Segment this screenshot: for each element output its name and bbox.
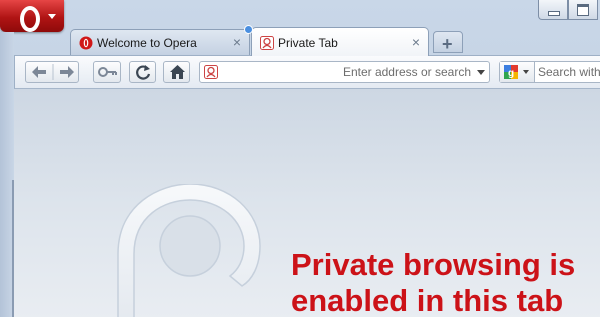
forward-arrow-icon[interactable]: [60, 66, 74, 78]
home-icon: [170, 65, 185, 79]
tab-label: Welcome to Opera: [97, 36, 197, 50]
reload-button[interactable]: [129, 61, 156, 83]
close-tab-icon[interactable]: ×: [412, 34, 420, 50]
window-controls: [538, 0, 600, 22]
private-tab-page: Private browsing is enabled in this tab: [14, 89, 600, 317]
tab-indicator-dot: [244, 25, 253, 34]
plus-icon: +: [442, 34, 453, 54]
search-input[interactable]: Search with Google: [538, 65, 600, 79]
opera-logo-icon: [20, 6, 40, 32]
reload-icon: [136, 65, 151, 80]
opera-logo-icon: [79, 36, 93, 50]
private-browsing-message: Private browsing is enabled in this tab: [291, 247, 575, 317]
window-frame-left: [0, 32, 14, 317]
chevron-down-icon: [48, 14, 56, 19]
private-mask-icon: [204, 65, 218, 79]
key-button[interactable]: [93, 61, 121, 83]
new-tab-button[interactable]: +: [433, 31, 463, 54]
maximize-button[interactable]: [568, 0, 598, 20]
minimize-button[interactable]: [538, 0, 568, 20]
back-arrow-icon[interactable]: [32, 66, 46, 78]
message-line-2: enabled in this tab: [291, 283, 564, 317]
svg-text:g: g: [508, 68, 514, 79]
tab-welcome-to-opera[interactable]: Welcome to Opera ×: [70, 29, 250, 55]
browser-window: Welcome to Opera × Private Tab × + Enter…: [0, 0, 600, 317]
address-bar[interactable]: Enter address or search: [199, 61, 490, 83]
search-engine-selector[interactable]: g: [500, 62, 535, 82]
history-dropdown-icon[interactable]: [477, 70, 485, 75]
private-mask-icon: [260, 36, 274, 50]
tab-label: Private Tab: [278, 36, 338, 50]
message-line-1: Private browsing is: [291, 247, 576, 282]
tab-private-tab[interactable]: Private Tab ×: [244, 25, 429, 56]
key-icon: [98, 67, 117, 77]
maximize-icon: [577, 4, 589, 16]
chevron-down-icon: [523, 70, 529, 74]
minimize-icon: [548, 11, 560, 16]
opera-menu-button[interactable]: [0, 0, 64, 32]
address-input[interactable]: Enter address or search: [222, 65, 471, 79]
search-bar[interactable]: g Search with Google: [499, 61, 600, 83]
home-button[interactable]: [163, 61, 190, 83]
close-tab-icon[interactable]: ×: [233, 34, 241, 50]
navigation-toolbar: Enter address or search g Search with Go…: [14, 55, 600, 89]
door-hanger-icon: [117, 184, 261, 317]
google-icon: g: [504, 65, 518, 79]
back-forward-group: [25, 61, 79, 83]
